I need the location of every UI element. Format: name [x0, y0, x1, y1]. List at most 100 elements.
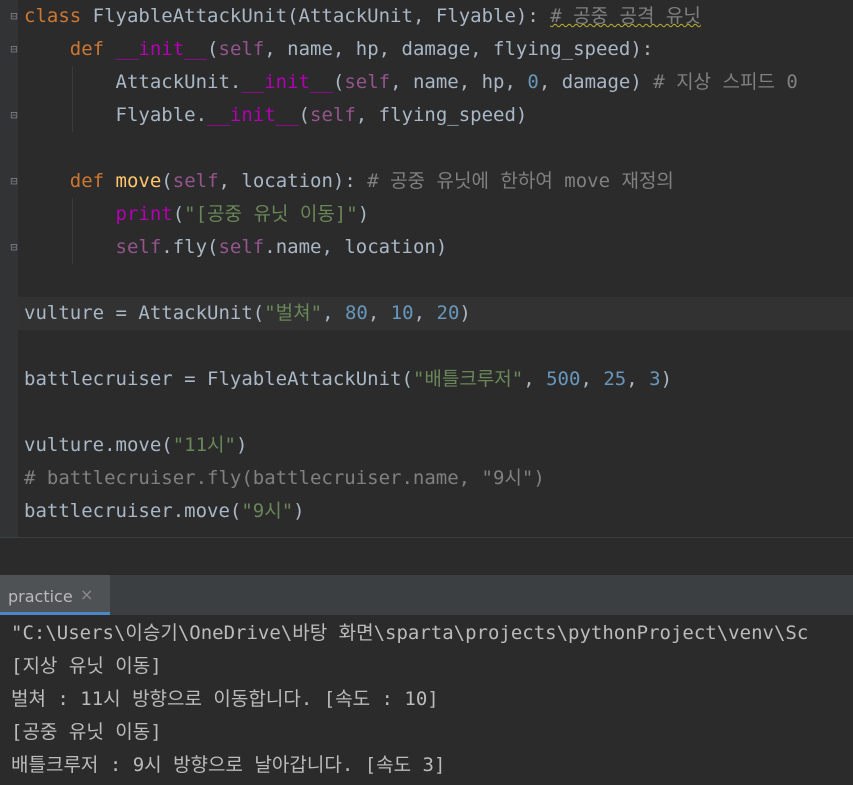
code-line[interactable]: battlecruiser = FlyableAttackUnit("배틀크루저…: [24, 363, 853, 396]
code-token: # 지상 스피드 0: [653, 71, 798, 93]
code-line[interactable]: vulture.move("11시"): [24, 429, 853, 462]
code-line[interactable]: [24, 264, 853, 297]
console-line: "C:\Users\이승기\OneDrive\바탕 화면\sparta\proj…: [11, 622, 809, 644]
code-token: def: [69, 170, 116, 192]
code-token: "[공중 유닛 이동]": [184, 203, 358, 225]
code-line[interactable]: [24, 132, 853, 165]
code-line[interactable]: [24, 330, 853, 363]
code-token: # 공중 유닛에 한하여 move 재정의: [367, 170, 674, 192]
code-token: self: [115, 236, 162, 258]
code-token: Flyable.: [24, 104, 208, 126]
code-token: battlecruiser = FlyableAttackUnit(: [24, 368, 413, 390]
code-line[interactable]: Flyable.__init__(self, flying_speed): [24, 99, 853, 132]
code-token: 3: [649, 368, 661, 390]
code-token: (: [332, 71, 345, 93]
code-token: self: [310, 104, 356, 126]
code-token: "벌쳐": [264, 302, 323, 324]
ide-window: ⊟ ⊟ ⊟ ⊟ ⊟ class FlyableAttackUnit(Attack…: [0, 0, 853, 785]
code-line[interactable]: AttackUnit.__init__(self, name, hp, 0, d…: [24, 66, 853, 99]
run-tab-practice[interactable]: practice ×: [0, 575, 110, 615]
code-token: (: [161, 170, 173, 192]
console-line: [지상 유닛 이동]: [11, 655, 162, 677]
code-token: (: [298, 104, 310, 126]
code-token: __init__: [241, 71, 333, 93]
code-line[interactable]: print("[공중 유닛 이동]"): [24, 198, 853, 231]
code-token: ,: [322, 302, 345, 324]
fold-collapse-icon[interactable]: ⊟: [8, 174, 20, 188]
code-line[interactable]: class FlyableAttackUnit(AttackUnit, Flya…: [24, 0, 853, 33]
code-editor[interactable]: ⊟ ⊟ ⊟ ⊟ ⊟ class FlyableAttackUnit(Attack…: [0, 0, 853, 537]
code-token: , location):: [218, 170, 368, 192]
console-line: [공중 유닛 이동]: [11, 721, 162, 743]
console-line: 배틀크루저 : 9시 방향으로 날아갑니다. [속도 3]: [11, 754, 446, 776]
code-token: 80: [344, 302, 368, 324]
code-token: 25: [603, 368, 627, 390]
code-line[interactable]: [24, 396, 853, 429]
code-token: , damage): [538, 71, 654, 93]
code-token: "11시": [172, 434, 236, 456]
code-token: 500: [546, 368, 581, 390]
code-token: self: [218, 236, 265, 258]
fold-collapse-icon[interactable]: ⊟: [8, 42, 20, 56]
code-token: (AttackUnit, Flyable):: [287, 5, 551, 27]
code-token: print: [115, 203, 173, 225]
code-token: # 공중 공격 유닛: [550, 5, 701, 27]
code-token: , flying_speed): [355, 104, 528, 126]
code-token: ): [357, 203, 370, 225]
code-token: self: [344, 71, 391, 93]
run-tab-label: practice: [8, 587, 73, 606]
code-token: ): [235, 434, 248, 456]
code-token: vulture.move(: [24, 434, 173, 456]
code-line[interactable]: battlecruiser.move("9시"): [24, 495, 853, 528]
code-token: .name, location): [264, 236, 448, 258]
code-line[interactable]: def __init__(self, name, hp, damage, fly…: [24, 33, 853, 66]
code-line[interactable]: self.fly(self.name, location): [24, 231, 853, 264]
code-token: ): [459, 302, 471, 324]
code-token: battlecruiser.move(: [24, 500, 242, 522]
code-line[interactable]: vulture = AttackUnit("벌쳐", 80, 10, 20): [24, 297, 853, 330]
code-token: 0: [527, 71, 539, 93]
code-token: vulture = AttackUnit(: [24, 302, 265, 324]
code-token: ): [660, 368, 673, 390]
code-token: move: [115, 170, 162, 192]
code-token: FlyableAttackUnit: [92, 5, 288, 27]
editor-gutter: [0, 0, 18, 537]
code-token: (: [207, 38, 219, 60]
code-token: ,: [413, 302, 437, 324]
code-token: ,: [580, 368, 604, 390]
console-line: 벌쳐 : 11시 방향으로 이동합니다. [속도 : 10]: [11, 688, 439, 710]
code-token: def: [69, 38, 116, 60]
code-token: .fly(: [161, 236, 219, 258]
code-token: class: [24, 5, 93, 27]
code-token: 20: [436, 302, 460, 324]
code-token: AttackUnit.: [24, 71, 242, 93]
code-token: 10: [390, 302, 414, 324]
code-token: ,: [367, 302, 391, 324]
code-token: self: [172, 170, 219, 192]
code-token: # battlecruiser.fly(battlecruiser.name, …: [24, 467, 545, 489]
code-token: __init__: [207, 104, 299, 126]
fold-end-icon[interactable]: ⊟: [8, 108, 20, 122]
code-token: "9시": [241, 500, 294, 522]
code-token: "배틀크루저": [412, 368, 524, 390]
code-token: __init__: [115, 38, 208, 60]
run-tool-window-header: practice ×: [0, 575, 853, 615]
panel-separator: [0, 537, 853, 576]
code-token: (: [172, 203, 185, 225]
close-icon[interactable]: ×: [80, 585, 93, 604]
code-token: self: [218, 38, 265, 60]
run-console-output[interactable]: "C:\Users\이승기\OneDrive\바탕 화면\sparta\proj…: [0, 615, 853, 785]
code-line[interactable]: def move(self, location): # 공중 유닛에 한하여 m…: [24, 165, 853, 198]
code-token: ,: [523, 368, 547, 390]
fold-end-icon[interactable]: ⊟: [8, 240, 20, 254]
code-token: , name, hp, damage, flying_speed):: [264, 38, 654, 60]
code-token: ,: [626, 368, 650, 390]
code-token: ): [293, 500, 305, 522]
code-token: , name, hp,: [390, 71, 528, 93]
code-line[interactable]: # battlecruiser.fly(battlecruiser.name, …: [24, 462, 853, 495]
fold-collapse-icon[interactable]: ⊟: [8, 9, 20, 23]
